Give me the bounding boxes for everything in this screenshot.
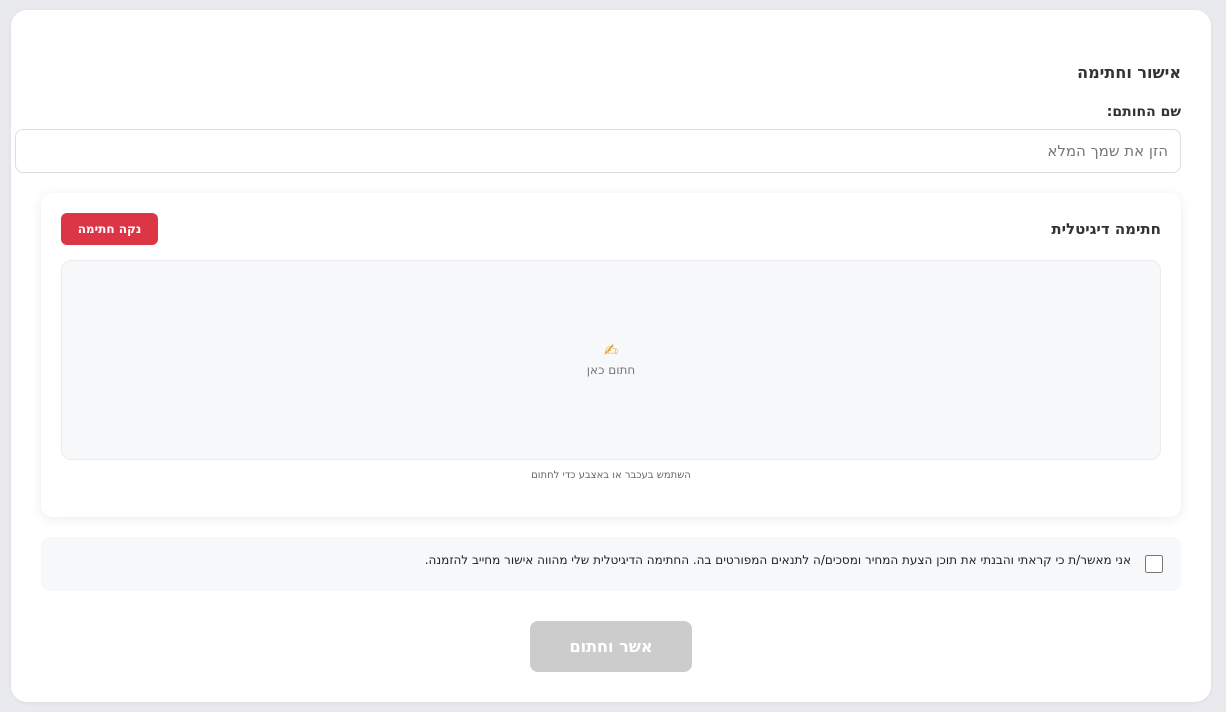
signer-name-label: שם החותם: — [1106, 104, 1181, 120]
approval-card: אישור וחתימה שם החותם: חתימה דיגיטלית נק… — [11, 10, 1211, 702]
consent-box: אני מאשר/ת כי קראתי והבנתי את תוכן הצעת … — [41, 537, 1181, 591]
section-title: אישור וחתימה — [1077, 63, 1181, 82]
signature-panel: חתימה דיגיטלית נקה חתימה ✍ חתום כאן השתמ… — [41, 193, 1181, 517]
approve-and-sign-button[interactable]: אשר וחתום — [530, 621, 692, 672]
signature-canvas[interactable]: ✍ חתום כאן — [61, 260, 1161, 460]
consent-checkbox[interactable] — [1145, 555, 1163, 573]
clear-signature-button[interactable]: נקה חתימה — [61, 213, 158, 245]
writing-hand-icon: ✍ — [603, 341, 619, 361]
signature-helper-text: השתמש בעכבר או באצבע כדי לחתום — [531, 470, 691, 481]
signer-name-input[interactable] — [15, 129, 1181, 173]
signature-title: חתימה דיגיטלית — [1051, 220, 1161, 238]
signature-canvas-placeholder: ✍ חתום כאן — [62, 341, 1160, 377]
consent-text: אני מאשר/ת כי קראתי והבנתי את תוכן הצעת … — [424, 553, 1131, 567]
sign-here-hint: חתום כאן — [586, 363, 636, 377]
